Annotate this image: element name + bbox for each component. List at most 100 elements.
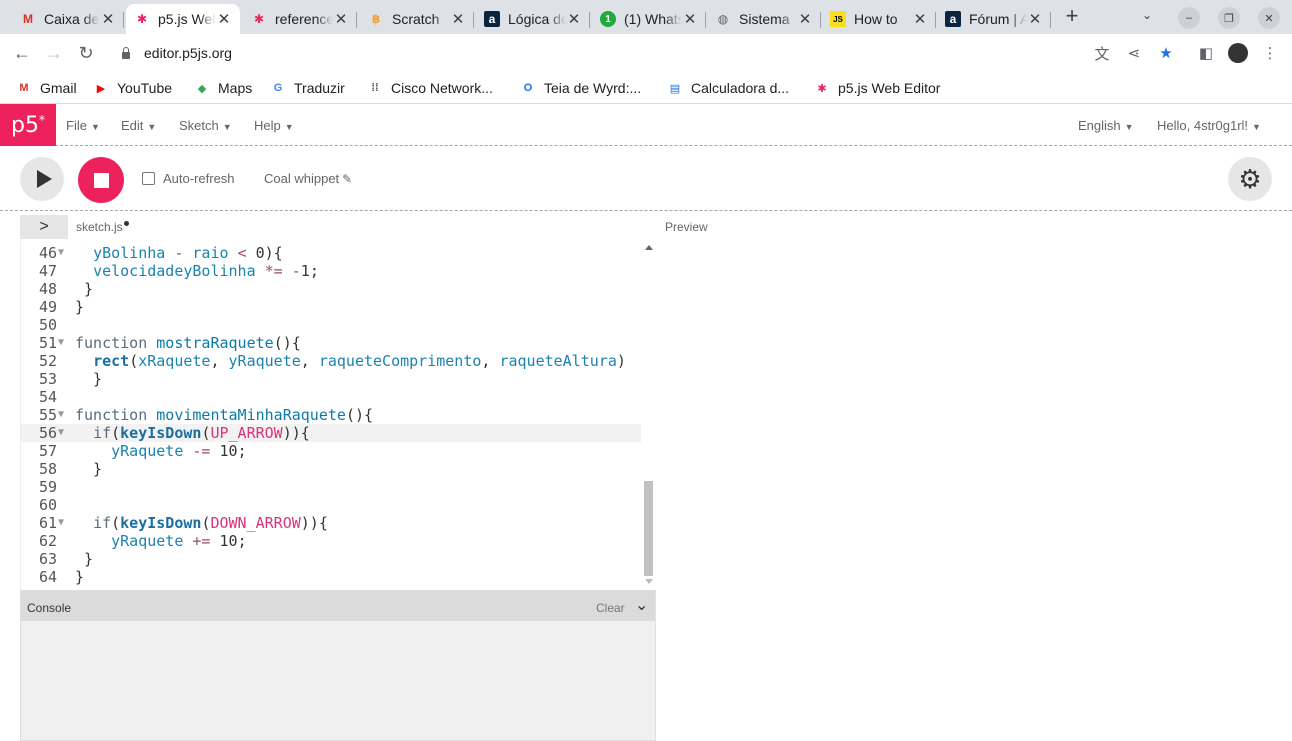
scroll-up-arrow-icon[interactable]: [645, 245, 653, 250]
tab-close-icon[interactable]: ✕: [100, 10, 116, 28]
tab-favicon-icon: ✱: [136, 12, 148, 26]
code-line[interactable]: 63 }: [21, 550, 641, 568]
settings-gear-icon[interactable]: ⚙: [1228, 157, 1272, 201]
editor-scrollbar[interactable]: [641, 241, 656, 590]
browser-tab[interactable]: ฿ Scratch ✕: [360, 4, 474, 34]
fold-arrow-icon[interactable]: ▼: [58, 514, 64, 532]
tab-search-chevron-icon[interactable]: ⌄: [1142, 8, 1152, 22]
fold-arrow-icon[interactable]: ▼: [58, 244, 64, 262]
line-number: 47: [38, 262, 57, 280]
menu-file[interactable]: File ▼: [66, 118, 100, 133]
browser-tab[interactable]: JS How to ✕: [822, 4, 936, 34]
code-line[interactable]: 61 ▼ if(keyIsDown(DOWN_ARROW)){: [21, 514, 641, 532]
expand-sidebar-chevron-icon[interactable]: >: [20, 215, 68, 239]
code-line[interactable]: 51 ▼ function mostraRaquete(){: [21, 334, 641, 352]
bookmark-item[interactable]: ⁞⁞ Cisco Network...: [367, 78, 493, 98]
menu-edit[interactable]: Edit ▼: [121, 118, 156, 133]
bookmark-item[interactable]: O Teia de Wyrd:...: [520, 78, 641, 98]
auto-refresh-label[interactable]: Auto-refresh: [163, 171, 235, 186]
fold-arrow-icon[interactable]: ▼: [58, 424, 64, 442]
collapse-chevron-icon[interactable]: ⌄: [635, 595, 648, 615]
bookmark-label: Calculadora d...: [691, 80, 790, 96]
translate-icon[interactable]: 文: [1092, 43, 1112, 63]
tab-close-icon[interactable]: ✕: [333, 10, 349, 28]
code-line[interactable]: 46 ▼ yBolinha - raio < 0){: [21, 244, 641, 262]
tab-title: Fórum | Alura: [969, 11, 1027, 27]
code-line[interactable]: 62 yRaquete += 10;: [21, 532, 641, 550]
code-line[interactable]: 47 velocidadeyBolinha *= -1;: [21, 262, 641, 280]
code-line[interactable]: 56 ▼ if(keyIsDown(UP_ARROW)){: [21, 424, 641, 442]
tab-favicon-icon: ฿: [371, 12, 381, 26]
stop-button[interactable]: [78, 157, 124, 203]
menu-sketch[interactable]: Sketch ▼: [179, 118, 232, 133]
line-number: 59: [38, 478, 57, 496]
side-panel-icon[interactable]: ◧: [1196, 43, 1216, 63]
code-line[interactable]: 53 }: [21, 370, 641, 388]
browser-tab[interactable]: M Caixa de entrada✕: [12, 4, 124, 34]
browser-tab[interactable]: ◍ Sistema ✕: [707, 4, 821, 34]
bookmark-item[interactable]: ▶ YouTube: [93, 78, 172, 98]
auto-refresh-checkbox[interactable]: [142, 172, 155, 185]
line-number: 50: [38, 316, 57, 334]
p5-logo[interactable]: p5 *: [0, 104, 56, 146]
minimize-window-button[interactable]: –: [1178, 7, 1200, 29]
browser-tab[interactable]: ✱ reference | p5.js✕: [243, 4, 357, 34]
reload-icon[interactable]: ↻: [74, 41, 98, 65]
play-button[interactable]: [20, 157, 64, 201]
menu-help[interactable]: Help ▼: [254, 118, 294, 133]
kebab-menu-icon[interactable]: ⋮: [1260, 43, 1280, 63]
bookmark-item[interactable]: M Gmail: [16, 78, 76, 98]
restore-window-button[interactable]: ❐: [1218, 7, 1240, 29]
file-tab-bar: > sketch.js: [20, 213, 656, 241]
code-line[interactable]: 48 }: [21, 280, 641, 298]
scrollbar-thumb[interactable]: [644, 481, 653, 576]
browser-tab[interactable]: 1 (1) WhatsApp✕: [592, 4, 706, 34]
browser-tab[interactable]: a Lógica de programação✕: [476, 4, 590, 34]
caret-down-icon: ▼: [90, 122, 100, 132]
lock-icon[interactable]: [120, 47, 132, 59]
bookmark-item[interactable]: ◆ Maps: [194, 78, 252, 98]
code-line[interactable]: 60: [21, 496, 641, 514]
code-line[interactable]: 49}: [21, 298, 641, 316]
bookmark-item[interactable]: ▤ Calculadora d...: [667, 78, 789, 98]
tab-close-icon[interactable]: ✕: [566, 10, 582, 28]
code-line[interactable]: 64}: [21, 568, 641, 586]
scroll-down-arrow-icon[interactable]: [645, 579, 653, 584]
user-menu[interactable]: Hello, 4str0g1rl! ▼: [1157, 118, 1261, 133]
tab-close-icon[interactable]: ✕: [1027, 10, 1043, 28]
url-text[interactable]: editor.p5js.org: [144, 45, 232, 61]
bookmark-star-icon[interactable]: ★: [1156, 43, 1176, 63]
back-arrow-icon[interactable]: ←: [10, 41, 34, 65]
tab-close-icon[interactable]: ✕: [797, 10, 813, 28]
tab-close-icon[interactable]: ✕: [450, 10, 466, 28]
browser-tab[interactable]: a Fórum | Alura✕: [937, 4, 1051, 34]
code-line[interactable]: 57 yRaquete -= 10;: [21, 442, 641, 460]
new-tab-button[interactable]: +: [1060, 5, 1084, 29]
profile-avatar[interactable]: [1228, 43, 1248, 63]
console-clear-button[interactable]: Clear: [596, 601, 625, 615]
fold-arrow-icon[interactable]: ▼: [58, 406, 64, 424]
share-icon[interactable]: ⋖: [1124, 43, 1144, 63]
browser-tab[interactable]: ✱ p5.js Web Editor✕: [126, 4, 240, 34]
bookmark-item[interactable]: ✱ p5.js Web Editor: [814, 78, 940, 98]
language-menu[interactable]: English ▼: [1078, 118, 1134, 133]
forward-arrow-icon[interactable]: →: [42, 41, 66, 65]
code-line[interactable]: 54: [21, 388, 641, 406]
close-window-button[interactable]: ✕: [1258, 7, 1280, 29]
sketch-name[interactable]: Coal whippet ✎: [264, 171, 352, 186]
tab-close-icon[interactable]: ✕: [682, 10, 698, 28]
code-line[interactable]: 58 }: [21, 460, 641, 478]
tab-close-icon[interactable]: ✕: [216, 10, 232, 28]
code-editor[interactable]: 46 ▼ yBolinha - raio < 0){47 velocidadeyB…: [20, 241, 656, 590]
bookmark-item[interactable]: G Traduzir: [270, 78, 345, 98]
code-line[interactable]: 59: [21, 478, 641, 496]
fold-arrow-icon[interactable]: ▼: [58, 334, 64, 352]
code-line[interactable]: 52 rect(xRaquete, yRaquete, raqueteCompr…: [21, 352, 641, 370]
pencil-icon[interactable]: ✎: [342, 172, 352, 186]
file-tab-sketch-js[interactable]: sketch.js: [76, 220, 129, 234]
tab-close-icon[interactable]: ✕: [912, 10, 928, 28]
line-number: 54: [38, 388, 57, 406]
code-line[interactable]: 55 ▼ function movimentaMinhaRaquete(){: [21, 406, 641, 424]
code-line[interactable]: 50: [21, 316, 641, 334]
address-bar[interactable]: editor.p5js.org: [110, 38, 1190, 68]
